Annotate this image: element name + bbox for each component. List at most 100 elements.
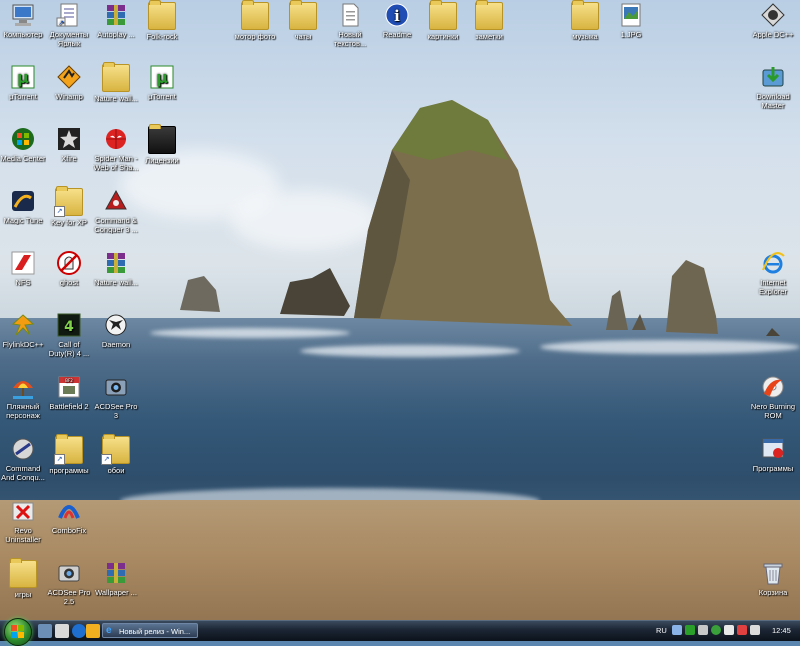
- quick-launch-folder-icon[interactable]: [86, 624, 100, 638]
- start-button[interactable]: [4, 618, 32, 646]
- desktop-icon-winamp[interactable]: Winamp: [46, 64, 92, 101]
- utorrent-icon: µ: [150, 65, 174, 89]
- language-indicator[interactable]: RU: [656, 626, 667, 635]
- desktop-icon-pictures-folder[interactable]: картинки: [420, 0, 466, 41]
- desktop-icon-new-text-document[interactable]: Новый текстов...: [327, 2, 373, 48]
- desktop-icon-label: музыка: [572, 32, 598, 41]
- folder-icon: [289, 0, 317, 30]
- desktop-icon-magic-tune[interactable]: Magic Tune: [0, 188, 46, 225]
- tray-network-icon[interactable]: [698, 625, 708, 635]
- info-icon: i: [385, 3, 409, 27]
- desktop-icon-internet-explorer[interactable]: Internet Explorer: [750, 250, 796, 296]
- download-icon: [762, 67, 784, 87]
- desktop-icon-acdsee-pro-3[interactable]: ACDSee Pro 3: [93, 374, 139, 420]
- desktop-icon-call-of-duty[interactable]: 4 Call of Duty(R) 4 ...: [46, 312, 92, 358]
- tray-monitor-icon[interactable]: [724, 625, 734, 635]
- media-center-icon: [12, 128, 34, 150]
- desktop-icon-label: Magic Tune: [3, 216, 43, 225]
- combofix-icon: [58, 505, 80, 519]
- desktop-icon-chats-folder[interactable]: чаты: [280, 0, 326, 41]
- tray-utorrent-icon[interactable]: [685, 625, 695, 635]
- desktop-icon-games-folder[interactable]: игры: [0, 558, 46, 599]
- desktop-icon-nature-wallpapers-archive[interactable]: Nature wall...: [93, 250, 139, 287]
- svg-text:4: 4: [64, 319, 74, 335]
- desktop-icon-battlefield-2[interactable]: BF2 Battlefield 2: [46, 374, 92, 411]
- desktop-icon-folk-rock-folder[interactable]: Folk-rock: [139, 0, 185, 41]
- desktop-icon-daemon-tools[interactable]: Daemon: [93, 312, 139, 349]
- desktop-icon-acdsee-pro-25[interactable]: ACDSee Pro 2.5: [46, 560, 92, 606]
- svg-text:i: i: [394, 7, 400, 25]
- desktop-icon-flylinkdc[interactable]: FlylinkDC++: [0, 312, 46, 349]
- desktop-icon-wallpaper-archive[interactable]: Wallpaper ...: [93, 560, 139, 597]
- clock[interactable]: 12:45: [772, 626, 791, 635]
- desktop-icon-photo-folder[interactable]: мотор фото: [232, 0, 278, 41]
- desktop-icon-label: Программы: [752, 464, 794, 473]
- desktop-icon-label: обои: [107, 466, 125, 475]
- desktop-icon-label: NFS: [15, 278, 31, 287]
- windows-logo-icon: [11, 625, 24, 638]
- desktop-icon-spider-man[interactable]: Spider Man - Web of Sha...: [93, 126, 139, 172]
- battlefield-icon: BF2: [58, 376, 80, 398]
- desktop-icon-beach-character[interactable]: Пляжный персонаж: [0, 374, 46, 420]
- nfs-icon: [11, 251, 35, 275]
- desktop-icon-computer[interactable]: Компьютер: [0, 2, 46, 39]
- revo-uninstaller-icon: [12, 502, 34, 521]
- desktop-icon-download-master[interactable]: Download Master: [750, 64, 796, 110]
- winrar-icon: [107, 253, 125, 273]
- command-conquer-3-icon: [105, 189, 127, 210]
- desktop-icon-readme[interactable]: i Readme: [374, 2, 420, 39]
- desktop-icon-label: ACDSee Pro 2.5: [47, 588, 91, 606]
- desktop-icon-label: Spider Man - Web of Sha...: [93, 154, 139, 172]
- desktop-icon-utorrent[interactable]: µ µTorrent: [0, 64, 46, 101]
- desktop-icon-media-center[interactable]: Media Center: [0, 126, 46, 163]
- acdsee-icon: [58, 565, 80, 582]
- desktop-icon-wallpapers-folder[interactable]: обои: [93, 434, 139, 475]
- desktop-icon-label: ACDSee Pro 3: [94, 402, 138, 420]
- desktop-icon-combofix[interactable]: ComboFix: [46, 498, 92, 535]
- folder-icon: [9, 558, 37, 588]
- taskbar-window-title: Новый релиз - Win...: [119, 627, 191, 636]
- folder-icon: [571, 0, 599, 30]
- desktop-icon-programs[interactable]: Программы: [750, 436, 796, 473]
- desktop-icon-recycle-bin[interactable]: Корзина: [750, 560, 796, 597]
- volume-icon[interactable]: [750, 625, 760, 635]
- winrar-icon: [107, 5, 125, 25]
- desktop-icon-nero-burning-rom[interactable]: Nero Burning ROM: [750, 374, 796, 420]
- desktop-icon-programs-folder[interactable]: программы: [46, 434, 92, 475]
- desktop-icon-revo-uninstaller[interactable]: Revo Uninstaller: [0, 498, 46, 544]
- desktop-icon-ghost[interactable]: ghost: [46, 250, 92, 287]
- tray-arrow-icon[interactable]: [672, 625, 682, 635]
- tray-antivirus-icon[interactable]: [711, 625, 721, 635]
- desktop-icon-apple-dc[interactable]: Apple DC++: [750, 2, 796, 39]
- desktop-icon-key-for-xp[interactable]: Key for XP: [46, 186, 92, 227]
- beach-icon: [13, 381, 33, 399]
- show-desktop-icon[interactable]: [38, 624, 52, 638]
- desktop-icon-label: Battlefield 2: [49, 402, 89, 411]
- desktop-icon-jpg-file[interactable]: 1.JPG: [608, 2, 654, 39]
- desktop-icon-music-folder[interactable]: музыка: [562, 0, 608, 41]
- desktop-icon-nature-wallpapers-folder[interactable]: Nature wall...: [93, 62, 139, 103]
- quick-launch-ie-icon[interactable]: [72, 624, 86, 638]
- desktop-icon-nfs[interactable]: NFS: [0, 250, 46, 287]
- recycle-bin-icon: [763, 563, 783, 585]
- desktop-icon-label: Компьютер: [3, 30, 43, 39]
- desktop-icon-documents[interactable]: ↗ Документы Ярлык: [46, 2, 92, 48]
- folder-icon: [429, 0, 457, 30]
- switch-windows-icon[interactable]: [55, 624, 69, 638]
- desktop-icon-xfire[interactable]: Xfire: [46, 126, 92, 163]
- desktop-icon-label: FlylinkDC++: [2, 340, 44, 349]
- desktop-icon-utorrent-2[interactable]: µ µTorrent: [139, 64, 185, 101]
- tray-alert-icon[interactable]: [737, 625, 747, 635]
- desktop-icon-licenses-folder[interactable]: Лицензии: [139, 124, 185, 165]
- desktop-icon-command-conquer-3[interactable]: Command & Conquer 3 ...: [93, 188, 139, 234]
- spider-man-icon: [106, 129, 126, 149]
- desktop-icon-notes-folder[interactable]: заметки: [466, 0, 512, 41]
- taskbar-window-button[interactable]: e Новый релиз - Win...: [102, 623, 198, 638]
- desktop-icon-label: Документы Ярлык: [49, 30, 89, 48]
- desktop-icon-label: игры: [14, 590, 32, 599]
- desktop-icon-autoplay-archive[interactable]: Autoplay ...: [93, 2, 139, 39]
- desktop-icon-label: программы: [49, 466, 89, 475]
- desktop-icon-label: ghost: [59, 278, 79, 287]
- desktop-icon-label: Nature wall...: [94, 278, 138, 287]
- desktop-icon-command-and-conquer[interactable]: Command And Conqu...: [0, 436, 46, 482]
